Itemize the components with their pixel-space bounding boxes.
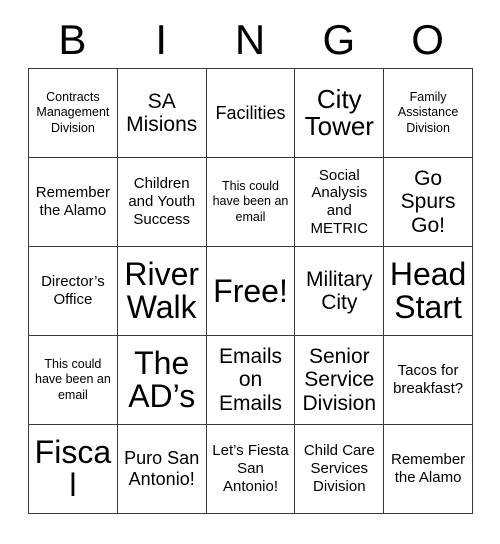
bingo-cell-label: Senior Service Division <box>302 345 377 415</box>
bingo-cell-label: Family Assistance Division <box>397 90 459 135</box>
bingo-cell-b2[interactable]: Remember the Alamo <box>29 158 118 247</box>
bingo-cell-g1[interactable]: City Tower <box>295 69 385 158</box>
bingo-cell-o3[interactable]: Head Start <box>384 247 473 336</box>
bingo-cell-label: Puro San Antonio! <box>124 448 200 489</box>
bingo-cell-n1[interactable]: Facilities <box>206 69 296 158</box>
bingo-cell-label: Contracts Management Division <box>36 90 110 135</box>
bingo-cell-g2[interactable]: Social Analysis and METRIC <box>295 158 385 247</box>
header-letter-text: N <box>234 16 266 63</box>
bingo-cell-g3[interactable]: Military City <box>295 247 385 336</box>
bingo-cell-b3[interactable]: Director’s Office <box>29 247 118 336</box>
bingo-grid: Contracts Management Division SA Misions… <box>28 68 473 514</box>
bingo-cell-free-space[interactable]: Free! <box>206 247 296 336</box>
bingo-cell-label: Remember the Alamo <box>35 184 110 219</box>
header-letter-text: O <box>411 16 444 63</box>
bingo-cell-label: Free! <box>213 272 288 309</box>
bingo-cell-g4[interactable]: Senior Service Division <box>295 336 385 425</box>
bingo-cell-b5[interactable]: Fiscal <box>29 425 118 514</box>
bingo-cell-o5[interactable]: Remember the Alamo <box>384 425 473 514</box>
bingo-cell-label: SA Misions <box>126 89 198 136</box>
bingo-cell-label: Go Spurs Go! <box>400 167 456 237</box>
bingo-cell-o2[interactable]: Go Spurs Go! <box>384 158 473 247</box>
bingo-cell-o1[interactable]: Family Assistance Division <box>384 69 473 158</box>
bingo-header-letter-i: I <box>117 12 206 68</box>
bingo-cell-label: Facilities <box>215 102 286 123</box>
bingo-row: Contracts Management Division SA Misions… <box>29 69 473 158</box>
bingo-header-letter-n: N <box>206 12 295 68</box>
bingo-cell-b4[interactable]: This could have been an email <box>29 336 118 425</box>
bingo-cell-label: This could have been an email <box>35 357 111 402</box>
bingo-cell-o4[interactable]: Tacos for breakfast? <box>384 336 473 425</box>
bingo-cell-g5[interactable]: Child Care Services Division <box>295 425 385 514</box>
bingo-cell-i2[interactable]: Children and Youth Success <box>117 158 207 247</box>
bingo-cell-label: City Tower <box>304 83 374 141</box>
bingo-cell-n4[interactable]: Emails on Emails <box>206 336 296 425</box>
bingo-header: B I N G O <box>28 12 472 68</box>
header-letter-text: G <box>322 16 356 63</box>
bingo-header-letter-g: G <box>294 12 383 68</box>
bingo-cell-i5[interactable]: Puro San Antonio! <box>117 425 207 514</box>
bingo-cell-label: Fiscal <box>34 434 112 503</box>
bingo-cell-label: Emails on Emails <box>218 345 282 415</box>
bingo-cell-label: This could have been an email <box>212 179 289 224</box>
bingo-cell-label: Tacos for breakfast? <box>393 362 464 397</box>
bingo-cell-label: River Walk <box>124 256 200 325</box>
bingo-row: Remember the Alamo Children and Youth Su… <box>29 158 473 247</box>
header-letter-text: B <box>58 16 87 63</box>
bingo-cell-label: Let’s Fiesta San Antonio! <box>212 442 289 495</box>
bingo-cell-label: Children and Youth Success <box>128 175 196 228</box>
bingo-row: This could have been an email The AD’s E… <box>29 336 473 425</box>
bingo-cell-label: Military City <box>306 267 373 314</box>
bingo-cell-label: Child Care Services Division <box>303 442 375 495</box>
header-letter-text: I <box>155 16 168 63</box>
bingo-cell-label: Remember the Alamo <box>390 451 466 486</box>
bingo-cell-b1[interactable]: Contracts Management Division <box>29 69 118 158</box>
bingo-header-letter-o: O <box>383 12 472 68</box>
bingo-cell-n2[interactable]: This could have been an email <box>206 158 296 247</box>
bingo-cell-n5[interactable]: Let’s Fiesta San Antonio! <box>206 425 296 514</box>
bingo-cell-label: Director’s Office <box>41 273 105 308</box>
bingo-card: B I N G O Contracts Management Division … <box>28 12 473 514</box>
bingo-row: Director’s Office River Walk Free! Milit… <box>29 247 473 336</box>
bingo-row: Fiscal Puro San Antonio! Let’s Fiesta Sa… <box>29 425 473 514</box>
bingo-cell-label: Head Start <box>389 256 467 325</box>
bingo-header-letter-b: B <box>28 12 117 68</box>
bingo-cell-i1[interactable]: SA Misions <box>117 69 207 158</box>
bingo-cell-i4[interactable]: The AD’s <box>117 336 207 425</box>
bingo-cell-label: The AD’s <box>128 345 196 414</box>
bingo-cell-label: Social Analysis and METRIC <box>310 166 369 237</box>
bingo-cell-i3[interactable]: River Walk <box>117 247 207 336</box>
